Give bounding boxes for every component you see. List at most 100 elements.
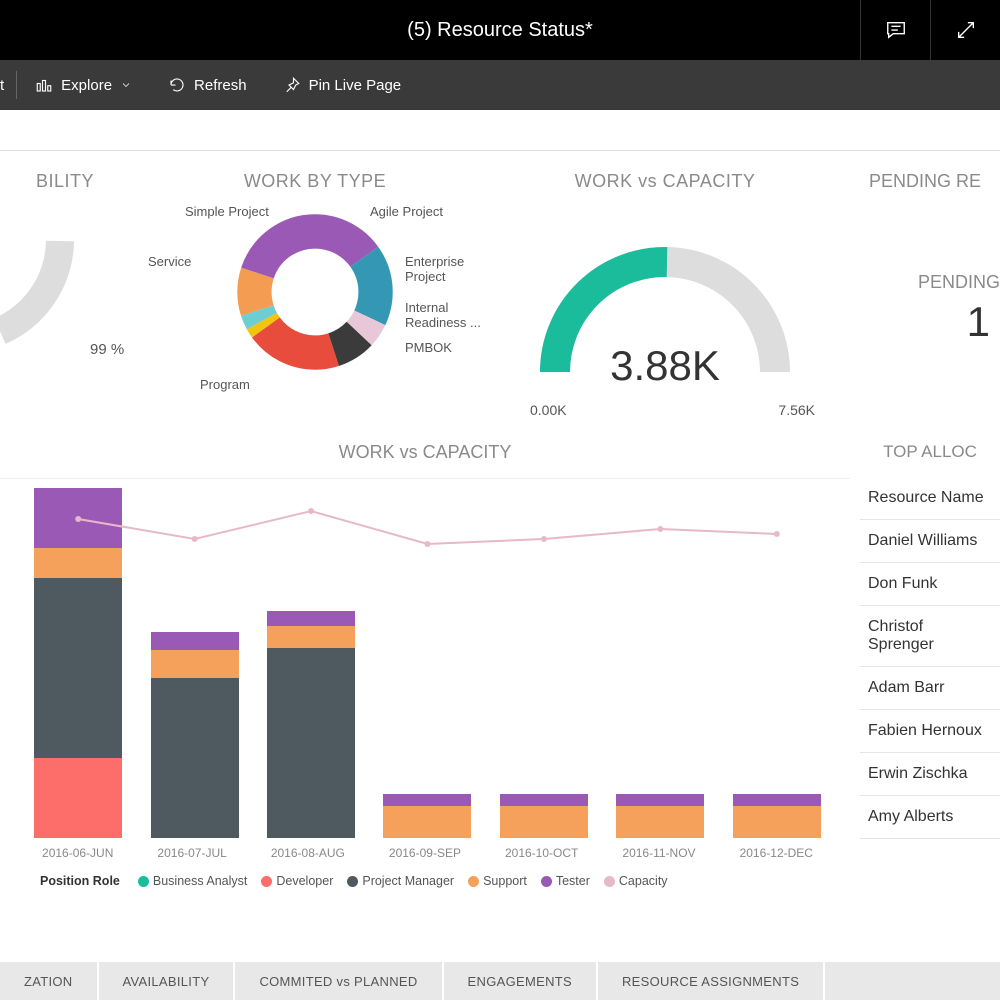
legend-title: Position Role	[40, 874, 120, 888]
toolbar-label: t	[0, 77, 4, 94]
pending-value: 1	[850, 298, 1000, 346]
availability-percent: 99 %	[90, 341, 124, 358]
explore-icon	[35, 76, 53, 94]
bar-column	[616, 794, 704, 838]
legend-support: Support	[483, 874, 527, 888]
donut-chart	[235, 212, 395, 372]
expand-icon	[955, 19, 977, 41]
tab-utilization[interactable]: ZATION	[0, 962, 99, 1000]
bar-segment	[267, 648, 355, 838]
pending-title: PENDING RE	[850, 171, 1000, 192]
donut-label-pmbok: PMBOK	[405, 340, 452, 355]
bar-segment	[151, 678, 239, 838]
donut-label-simple: Simple Project	[185, 204, 269, 219]
bar-segment	[267, 611, 355, 626]
bar-segment	[151, 650, 239, 678]
x-axis-label: 2016-09-SEP	[389, 846, 461, 860]
bar-segment	[151, 632, 239, 650]
resource-row[interactable]: Adam Barr	[860, 667, 1000, 710]
work-vs-capacity-bar-tile[interactable]: WORK vs CAPACITY 2016-06-JUN2016-07-JUL2…	[0, 442, 850, 898]
comments-button[interactable]	[860, 0, 930, 60]
bar-segment	[383, 794, 471, 806]
explore-button[interactable]: Explore	[17, 60, 150, 110]
bar-column	[267, 611, 355, 838]
bar-segment	[267, 626, 355, 648]
bar-column	[500, 794, 588, 838]
page-title: (5) Resource Status*	[407, 19, 593, 42]
x-axis-label: 2016-11-NOV	[622, 846, 695, 860]
tab-resource-assignments[interactable]: RESOURCE ASSIGNMENTS	[598, 962, 825, 1000]
tab-committed-vs-planned[interactable]: COMMITED vs PLANNED	[235, 962, 443, 1000]
x-axis-label: 2016-12-DEC	[740, 846, 813, 860]
donut-label-agile: Agile Project	[370, 204, 443, 219]
title-bar: (5) Resource Status*	[0, 0, 1000, 60]
toolbar: t Explore Refresh Pin Live Page	[0, 60, 1000, 110]
chevron-down-icon	[120, 79, 132, 91]
fullscreen-button[interactable]	[930, 0, 1000, 60]
page-tabs: ZATION AVAILABILITY COMMITED vs PLANNED …	[0, 962, 1000, 1000]
x-axis-label: 2016-06-JUN	[42, 846, 113, 860]
availability-gauge-partial	[0, 221, 80, 371]
bar-legend: Position Role Business Analyst Developer…	[40, 874, 668, 888]
bar-column	[151, 632, 239, 838]
bar-segment	[733, 794, 821, 806]
donut-label-enterprise: Enterprise Project	[405, 254, 500, 284]
bar-segment	[616, 806, 704, 838]
bar-segment	[34, 548, 122, 578]
bar-segment	[34, 758, 122, 838]
x-axis-label: 2016-08-AUG	[271, 846, 345, 860]
refresh-icon	[168, 76, 186, 94]
availability-tile[interactable]: BILITY 99 %	[0, 171, 130, 432]
pin-button[interactable]: Pin Live Page	[265, 60, 420, 110]
pin-icon	[283, 76, 301, 94]
bar-segment	[616, 794, 704, 806]
pending-tile[interactable]: PENDING RE PENDING 1	[830, 171, 1000, 432]
legend-ba: Business Analyst	[153, 874, 248, 888]
explore-label: Explore	[61, 77, 112, 94]
report-canvas: BILITY 99 % WORK BY TYPE Sim	[0, 110, 1000, 898]
bar-column	[733, 794, 821, 838]
comment-icon	[885, 19, 907, 41]
legend-tester: Tester	[556, 874, 590, 888]
gauge-title: WORK vs CAPACITY	[500, 171, 830, 192]
bar-segment	[383, 806, 471, 838]
bar-column	[34, 488, 122, 838]
bar-chart-title: WORK vs CAPACITY	[0, 442, 850, 463]
bar-chart: 2016-06-JUN 2016-07-JUL 2016-08-AUG 2016-09…	[0, 478, 850, 898]
donut-label-program: Program	[200, 377, 250, 392]
resources-title: TOP ALLOC	[860, 442, 1000, 462]
resource-row[interactable]: Erwin Zischka	[860, 753, 1000, 796]
x-axis-label: 2016-07-JUL	[157, 846, 226, 860]
resource-row[interactable]: Christof Sprenger	[860, 606, 1000, 667]
tab-engagements[interactable]: ENGAGEMENTS	[444, 962, 598, 1000]
top-allocations-tile[interactable]: TOP ALLOC Resource Name Daniel WilliamsD…	[850, 442, 1000, 898]
availability-title: BILITY	[0, 171, 130, 192]
bar-segment	[500, 794, 588, 806]
work-by-type-tile[interactable]: WORK BY TYPE Simple Project Agile Projec…	[130, 171, 500, 432]
work-vs-capacity-gauge-tile[interactable]: WORK vs CAPACITY 3.88K 0.00K 7.56K	[500, 171, 830, 432]
legend-pm: Project Manager	[362, 874, 454, 888]
gauge-value: 3.88K	[500, 342, 830, 390]
legend-dev: Developer	[276, 874, 333, 888]
tab-availability[interactable]: AVAILABILITY	[99, 962, 236, 1000]
toolbar-item-truncated[interactable]: t	[0, 60, 16, 110]
bar-segment	[34, 578, 122, 758]
refresh-button[interactable]: Refresh	[150, 60, 265, 110]
donut-label-service: Service	[148, 254, 191, 269]
x-axis-label: 2016-10-OCT	[505, 846, 578, 860]
resource-row[interactable]: Fabien Hernoux	[860, 710, 1000, 753]
resource-row[interactable]: Daniel Williams	[860, 520, 1000, 563]
legend-capacity: Capacity	[619, 874, 668, 888]
pending-sub: PENDING	[850, 272, 1000, 293]
donut-label-internal: Internal Readiness ...	[405, 300, 500, 330]
pin-label: Pin Live Page	[309, 77, 402, 94]
bar-segment	[34, 488, 122, 548]
resource-row[interactable]: Don Funk	[860, 563, 1000, 606]
bar-segment	[733, 806, 821, 838]
resources-header: Resource Name	[860, 477, 1000, 520]
bar-segment	[500, 806, 588, 838]
resource-row[interactable]: Amy Alberts	[860, 796, 1000, 839]
work-by-type-title: WORK BY TYPE	[130, 171, 500, 192]
gauge-min: 0.00K	[530, 402, 567, 418]
bar-column	[383, 794, 471, 838]
